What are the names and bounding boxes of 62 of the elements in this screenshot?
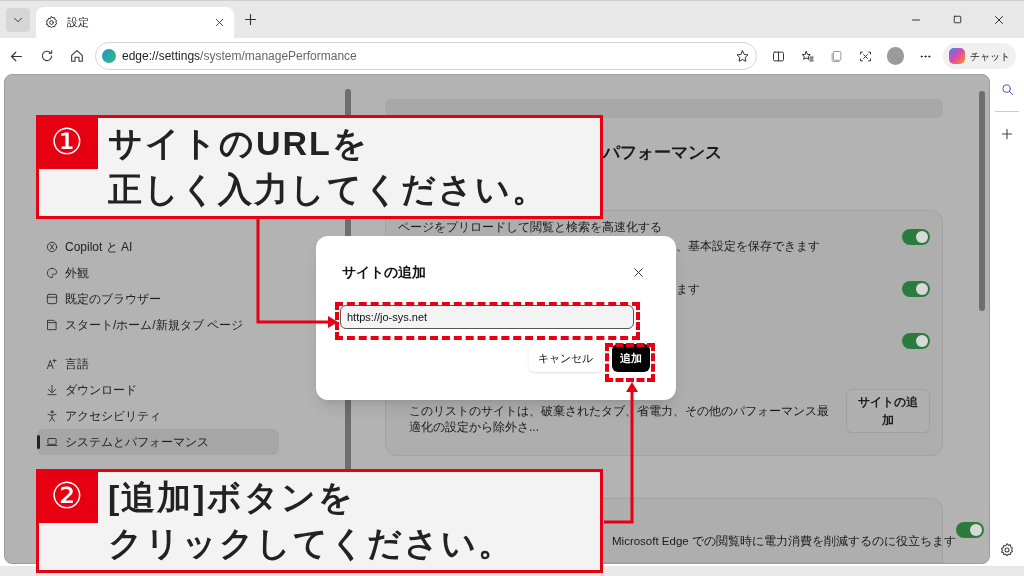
highlight-frame (605, 343, 655, 382)
sidebar-item[interactable]: 既定のブラウザー (37, 286, 279, 312)
step-number-badge: ① (36, 115, 98, 169)
refresh-icon[interactable] (39, 48, 55, 64)
sidebar-item[interactable]: スタート/ホーム/新規タブ ページ (37, 312, 279, 338)
sidebar-item[interactable]: システムとパフォーマンス (37, 429, 279, 455)
sidebar-item[interactable]: 言語 (37, 351, 279, 377)
browser-tab[interactable]: 設定 (36, 6, 234, 39)
page-icon (45, 318, 59, 332)
url-input-field[interactable]: https://jo-sys.net (340, 305, 634, 329)
tab-title: 設定 (67, 15, 90, 31)
close-icon[interactable] (631, 265, 646, 280)
callout-text: [追加]ボタンを (108, 477, 356, 518)
toggle-switch[interactable] (902, 280, 930, 297)
callout-text: 正しく入力してください。 (108, 169, 548, 210)
split-screen-icon[interactable] (770, 48, 786, 64)
accessibility-icon (45, 409, 59, 423)
download-icon (45, 383, 59, 397)
search-icon[interactable] (999, 82, 1015, 97)
sidebar-item[interactable]: ダウンロード (37, 377, 279, 403)
language-icon (45, 357, 59, 371)
browser-window-icon (45, 292, 59, 306)
setting-description: このリストのサイトは、破棄されたタブ、省電力、その他のパフォーマンス最適化の設定から除外さ... (409, 402, 830, 435)
callout-text: クリックしてください。 (108, 523, 514, 564)
toggle-switch[interactable] (902, 332, 930, 349)
copilot-button[interactable]: チャット (943, 43, 1016, 69)
maximize-icon[interactable] (951, 13, 964, 26)
page-heading: パフォーマンス (602, 142, 723, 165)
setting-description: 、基本設定を保存できます (676, 237, 820, 255)
scrollbar-thumb[interactable] (979, 91, 985, 311)
selection-indicator (37, 435, 40, 449)
toggle-switch[interactable] (902, 228, 930, 245)
sidebar-item[interactable]: Copilot と AI (37, 234, 279, 260)
favorites-icon[interactable] (799, 48, 815, 64)
cancel-button[interactable]: キャンセル (529, 344, 602, 372)
screenshot-icon[interactable] (857, 48, 873, 64)
toggle-switch[interactable] (955, 522, 984, 539)
edge-logo-icon (102, 49, 116, 63)
add-icon[interactable] (999, 126, 1015, 142)
copilot-icon (45, 240, 59, 254)
callout-text: サイトのURLを (108, 123, 370, 164)
copilot-logo-icon (949, 48, 965, 64)
palette-icon (45, 266, 59, 280)
profile-avatar[interactable] (886, 47, 904, 65)
add-site-button[interactable]: サイトの追加 (846, 388, 930, 433)
sidebar-item[interactable]: 外観 (37, 260, 279, 286)
url-text: edge://settings/system/managePerformance (122, 48, 358, 65)
sidebar-item[interactable]: アクセシビリティ (37, 403, 279, 429)
dialog-title: サイトの追加 (342, 263, 427, 282)
setting-description: ます (676, 280, 700, 298)
settings-icon (44, 15, 59, 30)
close-tab-icon[interactable] (213, 16, 226, 29)
add-button[interactable]: 追加 (612, 344, 650, 372)
new-tab-icon[interactable] (242, 11, 259, 28)
step-number-badge: ② (36, 469, 98, 523)
home-icon[interactable] (69, 48, 85, 64)
setting-description: Microsoft Edge での閲覧時に電力消費を削減するのに役立ちます (612, 533, 956, 549)
favorite-star-icon[interactable] (734, 48, 750, 64)
laptop-icon (45, 435, 59, 449)
collections-icon[interactable] (828, 48, 844, 64)
setting-title: ページをプリロードして閲覧と検索を高速化する (398, 220, 663, 236)
settings-icon[interactable] (999, 542, 1015, 558)
